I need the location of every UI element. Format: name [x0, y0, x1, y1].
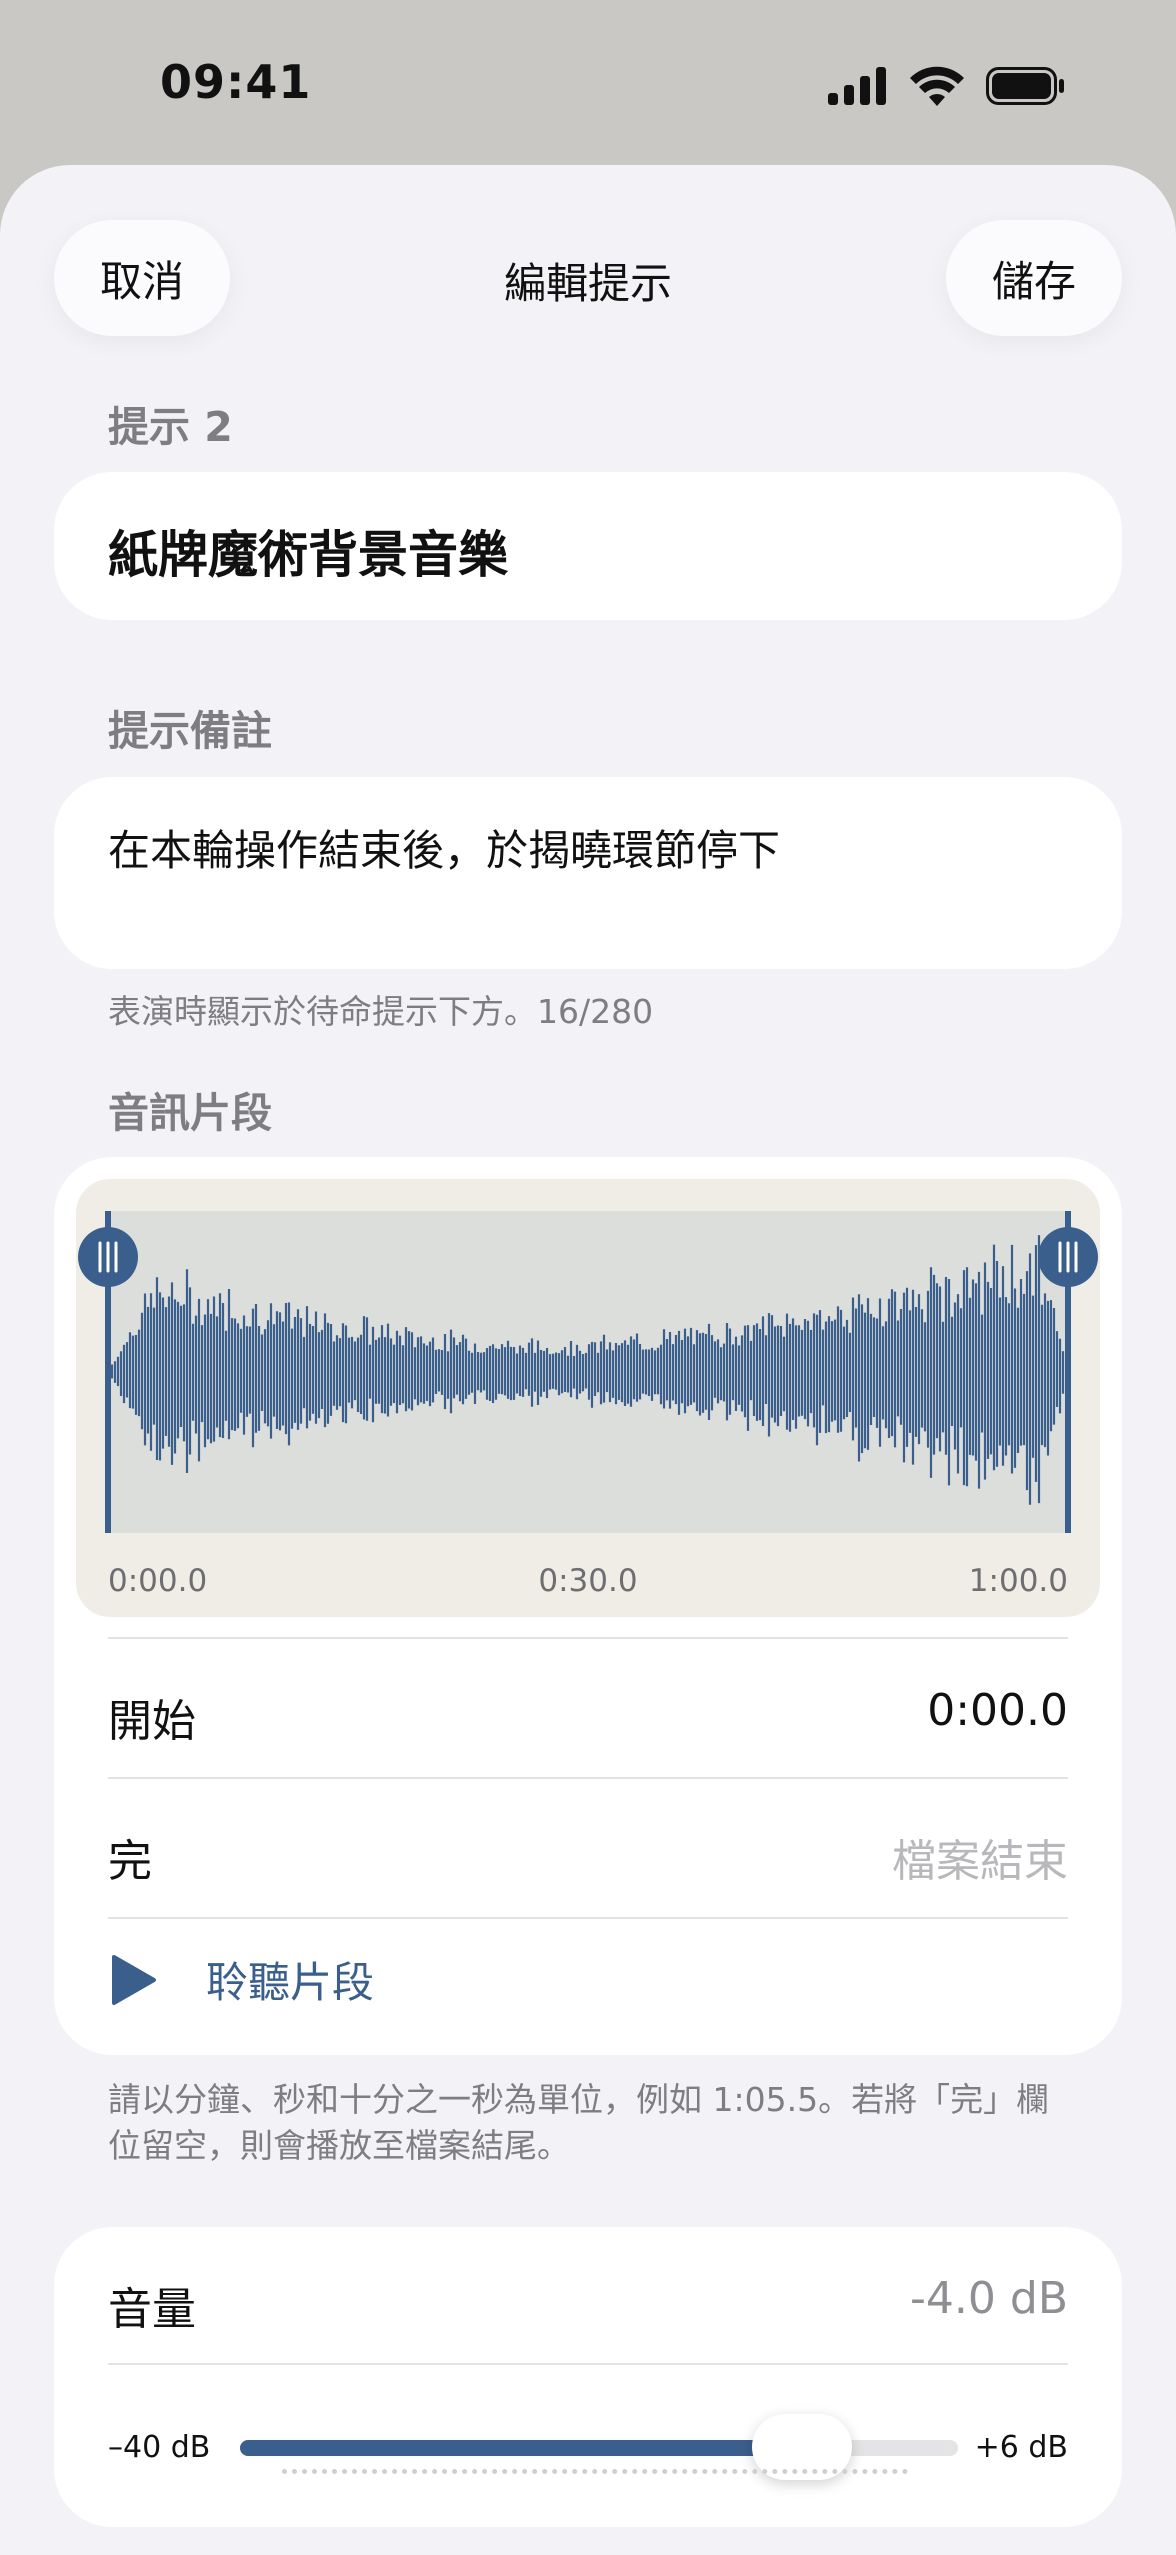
status-bar: 09:41 — [0, 0, 1176, 165]
note-value: 在本輪操作結束後，於揭曉環節停下 — [108, 826, 781, 875]
volume-max-label: +6 dB — [974, 2430, 1068, 2465]
note-helper-text: 表演時顯示於待命提示下方。16/280 — [108, 992, 654, 1031]
cue-name-value: 紙牌魔術背景音樂 — [108, 526, 508, 584]
end-time-field[interactable]: 檔案結束 — [892, 1825, 1068, 1889]
volume-tick-track — [282, 2469, 908, 2474]
status-time: 09:41 — [160, 55, 312, 109]
cue-number-label: 提示 2 — [108, 403, 233, 451]
waveform-svg — [78, 1211, 1098, 1533]
divider — [108, 2363, 1068, 2365]
signal-icon — [828, 67, 886, 105]
cue-name-field[interactable]: 紙牌魔術背景音樂 — [54, 472, 1122, 620]
audio-section-label: 音訊片段 — [108, 1089, 272, 1137]
wifi-icon — [910, 66, 964, 106]
note-section-label: 提示備註 — [108, 707, 272, 755]
note-field[interactable]: 在本輪操作結束後，於揭曉環節停下 — [54, 777, 1122, 969]
timeline-end-label: 1:00.0 — [968, 1563, 1068, 1599]
play-icon — [112, 1954, 156, 2005]
volume-value: -4.0 dB — [910, 2273, 1068, 2324]
preview-clip-button[interactable]: 聆聽片段 — [108, 1949, 374, 2010]
start-time-field[interactable]: 0:00.0 — [927, 1685, 1068, 1736]
timeline-mid-label: 0:30.0 — [538, 1563, 638, 1599]
divider — [108, 1637, 1068, 1639]
start-time-label: 開始 — [108, 1696, 196, 1747]
audio-helper-text: 請以分鐘、秒和十分之一秒為單位，例如 1:05.5。若將「完」欄位留空，則會播放… — [108, 2080, 1050, 2165]
volume-min-label: –40 dB — [108, 2430, 211, 2465]
divider — [108, 1917, 1068, 1919]
preview-clip-label: 聆聽片段 — [206, 1958, 375, 2007]
volume-slider-fill — [240, 2440, 802, 2456]
volume-slider[interactable] — [240, 2414, 958, 2480]
save-button[interactable]: 儲存 — [946, 220, 1122, 336]
volume-label: 音量 — [108, 2284, 196, 2335]
volume-card: 音量 -4.0 dB –40 dB +6 dB — [54, 2227, 1122, 2527]
status-icons — [828, 62, 1066, 110]
timeline-start-label: 0:00.0 — [108, 1563, 208, 1599]
end-time-label: 完 — [108, 1836, 152, 1887]
audio-clip-card: 0:00.0 0:30.0 1:00.0 開始 0:00.0 完 檔案結束 聆聽… — [54, 1157, 1122, 2055]
battery-icon — [986, 67, 1064, 105]
divider — [108, 1777, 1068, 1779]
waveform-editor: 0:00.0 0:30.0 1:00.0 — [76, 1179, 1100, 1617]
